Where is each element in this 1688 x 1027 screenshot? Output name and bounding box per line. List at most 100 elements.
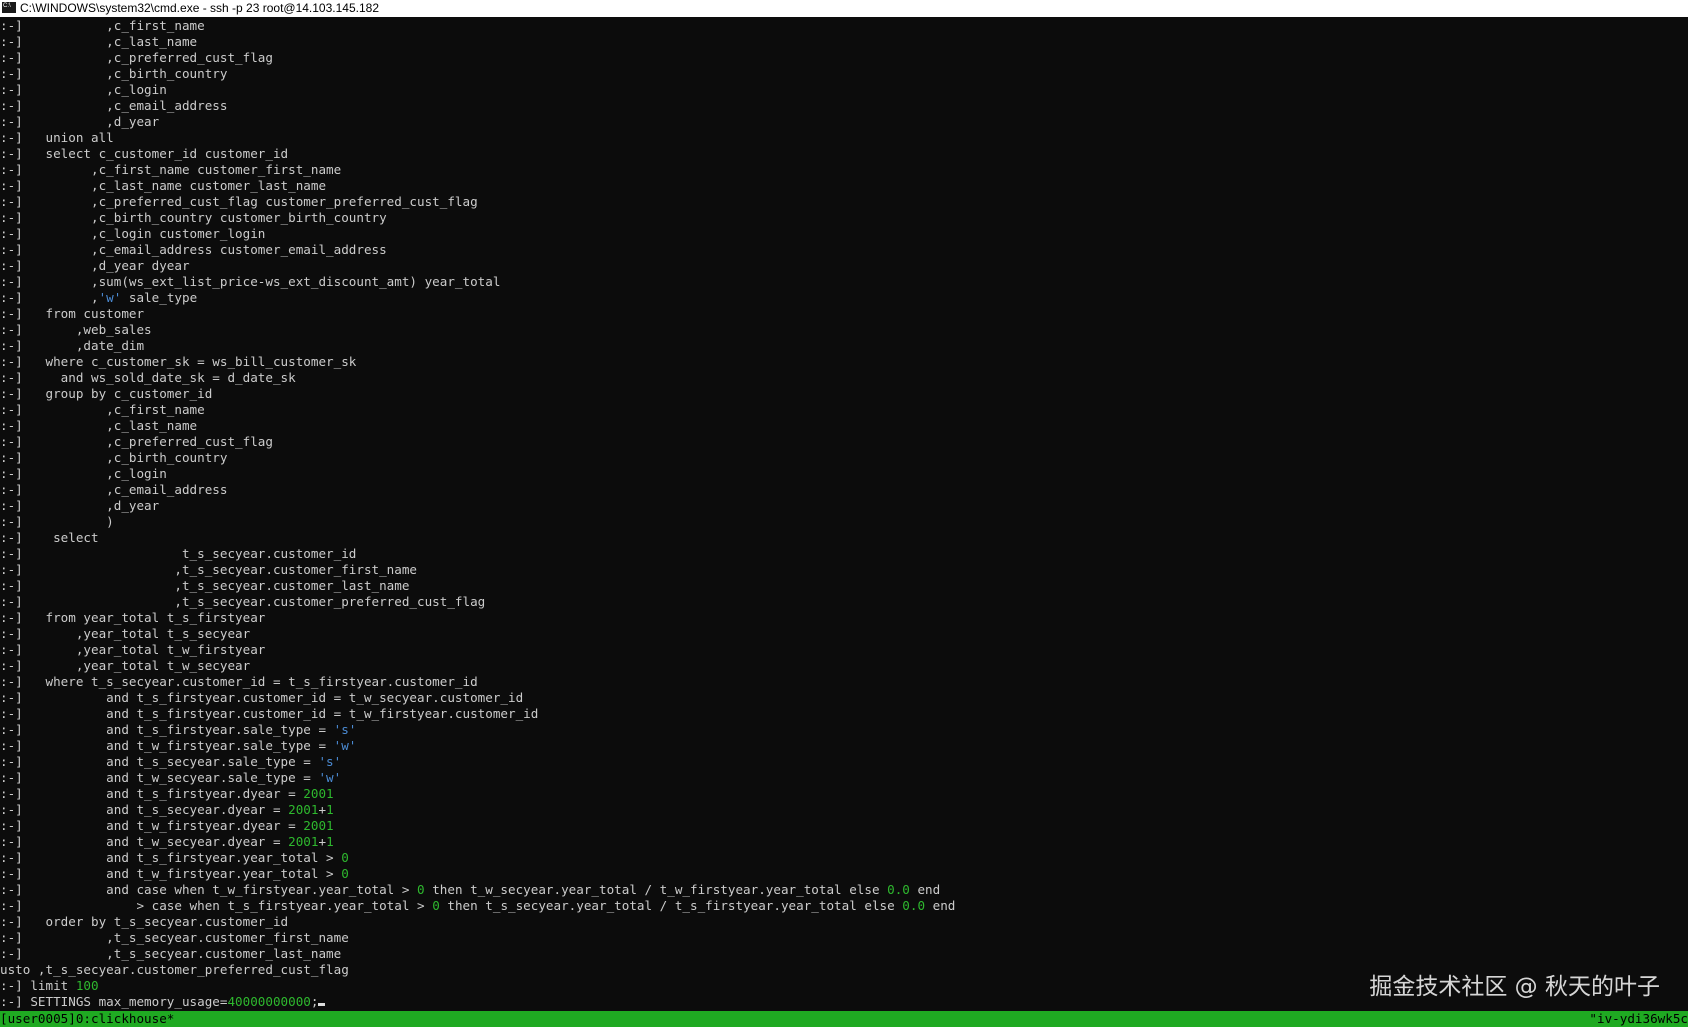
sql-text: ; <box>310 994 319 1009</box>
terminal-line: :-] ,c_first_name <box>0 18 1688 34</box>
terminal-line: :-] and t_s_secyear.sale_type = 's' <box>0 754 1688 770</box>
terminal-line: :-] ,t_s_secyear.customer_first_name <box>0 930 1688 946</box>
sql-text: :-] select c_customer_id customer_id <box>0 146 289 161</box>
terminal-line: :-] ,c_birth_country <box>0 66 1688 82</box>
sql-text: :-] and case when t_w_firstyear.year_tot… <box>0 882 418 897</box>
terminal-line: :-] ,year_total t_s_secyear <box>0 626 1688 642</box>
sql-text: :-] and t_s_firstyear.sale_type = <box>0 722 334 737</box>
sql-text: :-] ,c_login <box>0 82 167 97</box>
terminal-line: :-] ,'w' sale_type <box>0 290 1688 306</box>
sql-text: :-] ,year_total t_s_secyear <box>0 626 251 641</box>
terminal-line: :-] and t_w_firstyear.sale_type = 'w' <box>0 738 1688 754</box>
sql-text: :-] ,t_s_secyear.customer_first_name <box>0 562 418 577</box>
numeric-literal: 0 <box>341 866 349 881</box>
terminal-line: :-] ,d_year <box>0 498 1688 514</box>
sql-text: :-] order by t_s_secyear.customer_id <box>0 914 289 929</box>
sql-text: :-] and t_s_firstyear.customer_id = t_w_… <box>0 706 539 721</box>
sql-text: :-] SETTINGS max_memory_usage= <box>0 994 228 1009</box>
sql-text: + <box>318 802 327 817</box>
sql-text: :-] ,d_year <box>0 114 160 129</box>
tmux-host-label: "iv-ydi36wk5c <box>1589 1011 1688 1026</box>
terminal-line: :-] ,c_preferred_cust_flag customer_pref… <box>0 194 1688 210</box>
string-literal: 'w' <box>318 770 342 785</box>
terminal-line: :-] and t_s_secyear.dyear = 2001+1 <box>0 802 1688 818</box>
sql-text: :-] ,t_s_secyear.customer_last_name <box>0 946 342 961</box>
terminal-line: :-] and t_w_firstyear.year_total > 0 <box>0 866 1688 882</box>
sql-text: :-] > case when t_s_firstyear.year_total… <box>0 898 433 913</box>
terminal-line: :-] and t_w_secyear.sale_type = 'w' <box>0 770 1688 786</box>
terminal-line: :-] ,year_total t_w_secyear <box>0 658 1688 674</box>
sql-text: :-] ,c_first_name <box>0 402 205 417</box>
sql-text: :-] and t_s_firstyear.year_total > <box>0 850 342 865</box>
sql-text: :-] ,c_preferred_cust_flag customer_pref… <box>0 194 478 209</box>
sql-text: :-] and t_s_secyear.dyear = <box>0 802 289 817</box>
sql-text: :-] and t_w_secyear.sale_type = <box>0 770 319 785</box>
terminal-line: :-] union all <box>0 130 1688 146</box>
terminal-window: C:\WINDOWS\system32\cmd.exe - ssh -p 23 … <box>0 0 1688 1027</box>
string-literal: 's' <box>333 722 357 737</box>
sql-text: :-] group by c_customer_id <box>0 386 213 401</box>
terminal-line: :-] ,c_last_name customer_last_name <box>0 178 1688 194</box>
sql-text: :-] limit <box>0 978 76 993</box>
terminal-output[interactable]: :-] ,c_first_name:-] ,c_last_name:-] ,c_… <box>0 18 1688 1010</box>
terminal-line: :-] and t_s_firstyear.customer_id = t_w_… <box>0 706 1688 722</box>
terminal-line: :-] and t_w_secyear.dyear = 2001+1 <box>0 834 1688 850</box>
sql-text: sale_type <box>121 290 198 305</box>
terminal-line: :-] ,c_login <box>0 82 1688 98</box>
sql-text: :-] from customer <box>0 306 145 321</box>
numeric-literal: 0 <box>341 850 349 865</box>
sql-text: :-] and t_s_firstyear.dyear = <box>0 786 304 801</box>
sql-text: + <box>318 834 327 849</box>
terminal-line: :-] ) <box>0 514 1688 530</box>
sql-text: :-] ,c_last_name customer_last_name <box>0 178 327 193</box>
numeric-literal: 0.0 <box>902 898 926 913</box>
sql-text: :-] ,date_dim <box>0 338 145 353</box>
terminal-line: :-] ,c_email_address <box>0 482 1688 498</box>
sql-text: then t_w_secyear.year_total / t_w_firsty… <box>424 882 888 897</box>
terminal-line: :-] and t_s_firstyear.year_total > 0 <box>0 850 1688 866</box>
terminal-line: :-] ,c_last_name <box>0 34 1688 50</box>
sql-text: :-] select <box>0 530 99 545</box>
tmux-session-label: [user0005]0:clickhouse* <box>0 1011 175 1026</box>
terminal-line: :-] where c_customer_sk = ws_bill_custom… <box>0 354 1688 370</box>
terminal-line: :-] > case when t_s_firstyear.year_total… <box>0 898 1688 914</box>
terminal-line: :-] ,c_first_name customer_first_name <box>0 162 1688 178</box>
terminal-line: :-] t_s_secyear.customer_id <box>0 546 1688 562</box>
terminal-line: :-] ,t_s_secyear.customer_preferred_cust… <box>0 594 1688 610</box>
sql-text: usto ,t_s_secyear.customer_preferred_cus… <box>0 962 349 977</box>
terminal-line: :-] and t_s_firstyear.dyear = 2001 <box>0 786 1688 802</box>
numeric-literal: 2001 <box>303 786 334 801</box>
numeric-literal: 2001 <box>303 818 334 833</box>
sql-text: :-] ,c_email_address <box>0 98 228 113</box>
sql-text: :-] and t_w_firstyear.dyear = <box>0 818 304 833</box>
terminal-line: :-] order by t_s_secyear.customer_id <box>0 914 1688 930</box>
sql-text: :-] ,d_year <box>0 498 160 513</box>
sql-text: then t_s_secyear.year_total / t_s_firsty… <box>439 898 903 913</box>
terminal-line: :-] ,c_preferred_cust_flag <box>0 434 1688 450</box>
terminal-line: :-] ,t_s_secyear.customer_first_name <box>0 562 1688 578</box>
terminal-line: :-] ,d_year dyear <box>0 258 1688 274</box>
terminal-line: :-] from customer <box>0 306 1688 322</box>
terminal-line: :-] and case when t_w_firstyear.year_tot… <box>0 882 1688 898</box>
sql-text: :-] t_s_secyear.customer_id <box>0 546 357 561</box>
numeric-literal: 2001 <box>288 802 319 817</box>
cmd-app-icon <box>2 2 16 14</box>
numeric-literal: 1 <box>326 834 334 849</box>
terminal-line: :-] group by c_customer_id <box>0 386 1688 402</box>
terminal-line: :-] ,c_login customer_login <box>0 226 1688 242</box>
terminal-line: :-] ,c_login <box>0 466 1688 482</box>
sql-text: :-] ,c_last_name <box>0 34 198 49</box>
terminal-line: :-] ,c_last_name <box>0 418 1688 434</box>
sql-text: :-] and t_s_secyear.sale_type = <box>0 754 319 769</box>
terminal-line: :-] and t_s_firstyear.customer_id = t_w_… <box>0 690 1688 706</box>
sql-text: :-] ,year_total t_w_firstyear <box>0 642 266 657</box>
sql-text: :-] ,sum(ws_ext_list_price-ws_ext_discou… <box>0 274 501 289</box>
sql-text: :-] and ws_sold_date_sk = d_date_sk <box>0 370 296 385</box>
numeric-literal: 0 <box>417 882 425 897</box>
terminal-line: :-] ,c_birth_country <box>0 450 1688 466</box>
watermark-text: 掘金技术社区 @ 秋天的叶子 <box>1369 974 1660 1000</box>
title-bar[interactable]: C:\WINDOWS\system32\cmd.exe - ssh -p 23 … <box>0 0 1688 17</box>
sql-text: :-] ,c_birth_country <box>0 450 228 465</box>
sql-text: :-] ,c_birth_country customer_birth_coun… <box>0 210 387 225</box>
sql-text: :-] ,d_year dyear <box>0 258 190 273</box>
